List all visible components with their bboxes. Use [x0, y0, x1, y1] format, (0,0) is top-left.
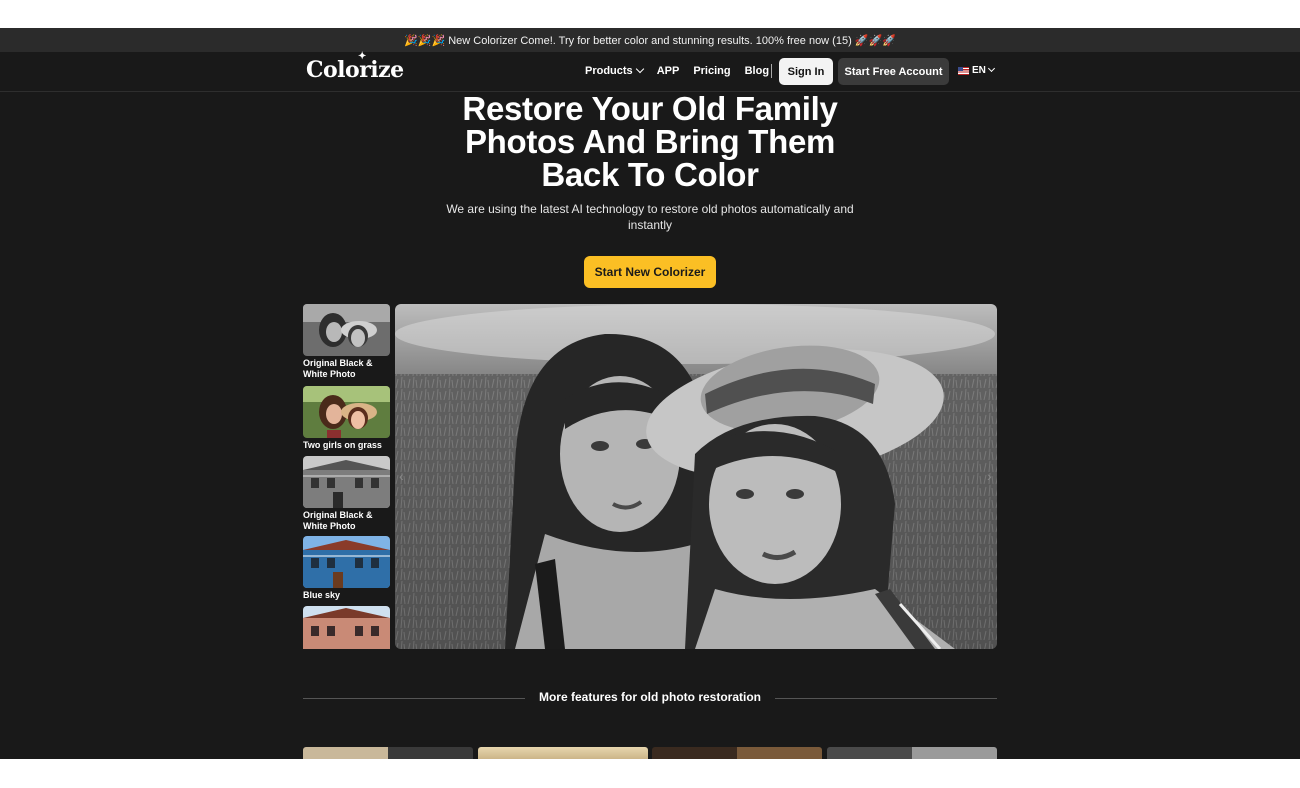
thumbnail-bw-girls[interactable]: [303, 304, 390, 356]
nav-pricing[interactable]: Pricing: [693, 65, 730, 77]
us-flag-icon: [958, 66, 969, 75]
main-preview-image[interactable]: [395, 304, 997, 649]
feature-card[interactable]: [827, 747, 997, 759]
app-window: 🎉🎉🎉 New Colorizer Come!. Try for better …: [0, 28, 1300, 759]
hero-title-line: Photos And Bring Them: [464, 123, 836, 160]
start-free-account-button[interactable]: Start Free Account: [838, 58, 949, 85]
thumbnail-strip: Original Black & White Photo Two girls o…: [303, 304, 391, 649]
logo-text: Colorize: [306, 57, 404, 83]
hero-title-line: Back To Color: [541, 156, 759, 193]
thumbnail-color-house[interactable]: [303, 536, 390, 588]
hero-subtitle-line: instantly: [627, 218, 673, 232]
thumbnail-label: Two girls on grass: [303, 440, 382, 450]
features-section-title: More features for old photo restoration: [538, 690, 761, 704]
thumbnail-label: Blue sky: [303, 590, 341, 600]
bottom-margin: [0, 759, 1300, 788]
top-nav: Colorize ✦ Products APP Pricing Blog Sig…: [0, 51, 1300, 92]
nav-blog[interactable]: Blog: [745, 65, 769, 77]
hero-subtitle-line: We are using the latest AI technology to…: [446, 202, 854, 216]
hero-title: Restore Your Old Family Photos And Bring…: [400, 92, 900, 191]
chevron-right-icon[interactable]: ›: [987, 468, 992, 484]
thumbnail-color-girls[interactable]: [303, 386, 390, 438]
top-margin: [0, 0, 1300, 28]
hero-title-line: Restore Your Old Family: [462, 90, 838, 127]
language-label: EN: [972, 65, 986, 76]
announcement-text: 🎉🎉🎉 New Colorizer Come!. Try for better …: [404, 34, 896, 47]
chevron-left-icon[interactable]: ‹: [399, 468, 404, 484]
feature-card[interactable]: [652, 747, 822, 759]
hero-subtitle: We are using the latest AI technology to…: [440, 201, 860, 233]
chevron-down-icon: [987, 64, 995, 73]
section-divider-left: [303, 698, 525, 699]
language-selector[interactable]: EN: [958, 64, 995, 76]
section-divider-right: [775, 698, 997, 699]
announcement-bar[interactable]: 🎉🎉🎉 New Colorizer Come!. Try for better …: [0, 28, 1300, 52]
thumbnail-label: Original Black & White Photo: [303, 510, 373, 531]
sparkle-icon: ✦: [358, 51, 366, 62]
feature-card[interactable]: [478, 747, 648, 759]
feature-card[interactable]: [303, 747, 473, 759]
nav-products-label: Products: [585, 65, 633, 77]
start-new-colorizer-button[interactable]: Start New Colorizer: [584, 256, 716, 288]
thumbnail-label: Original Black & White Photo: [303, 358, 373, 379]
nav-app[interactable]: APP: [657, 65, 680, 77]
chevron-down-icon: [635, 64, 644, 74]
logo[interactable]: Colorize ✦: [306, 51, 404, 83]
sign-in-button[interactable]: Sign In: [779, 58, 833, 85]
thumbnail-bw-house[interactable]: [303, 456, 390, 508]
nav-links: Products APP Pricing Blog: [585, 64, 769, 77]
nav-divider: [771, 64, 772, 78]
nav-products[interactable]: Products: [585, 64, 644, 77]
thumbnail-color-house-pink[interactable]: [303, 606, 390, 649]
